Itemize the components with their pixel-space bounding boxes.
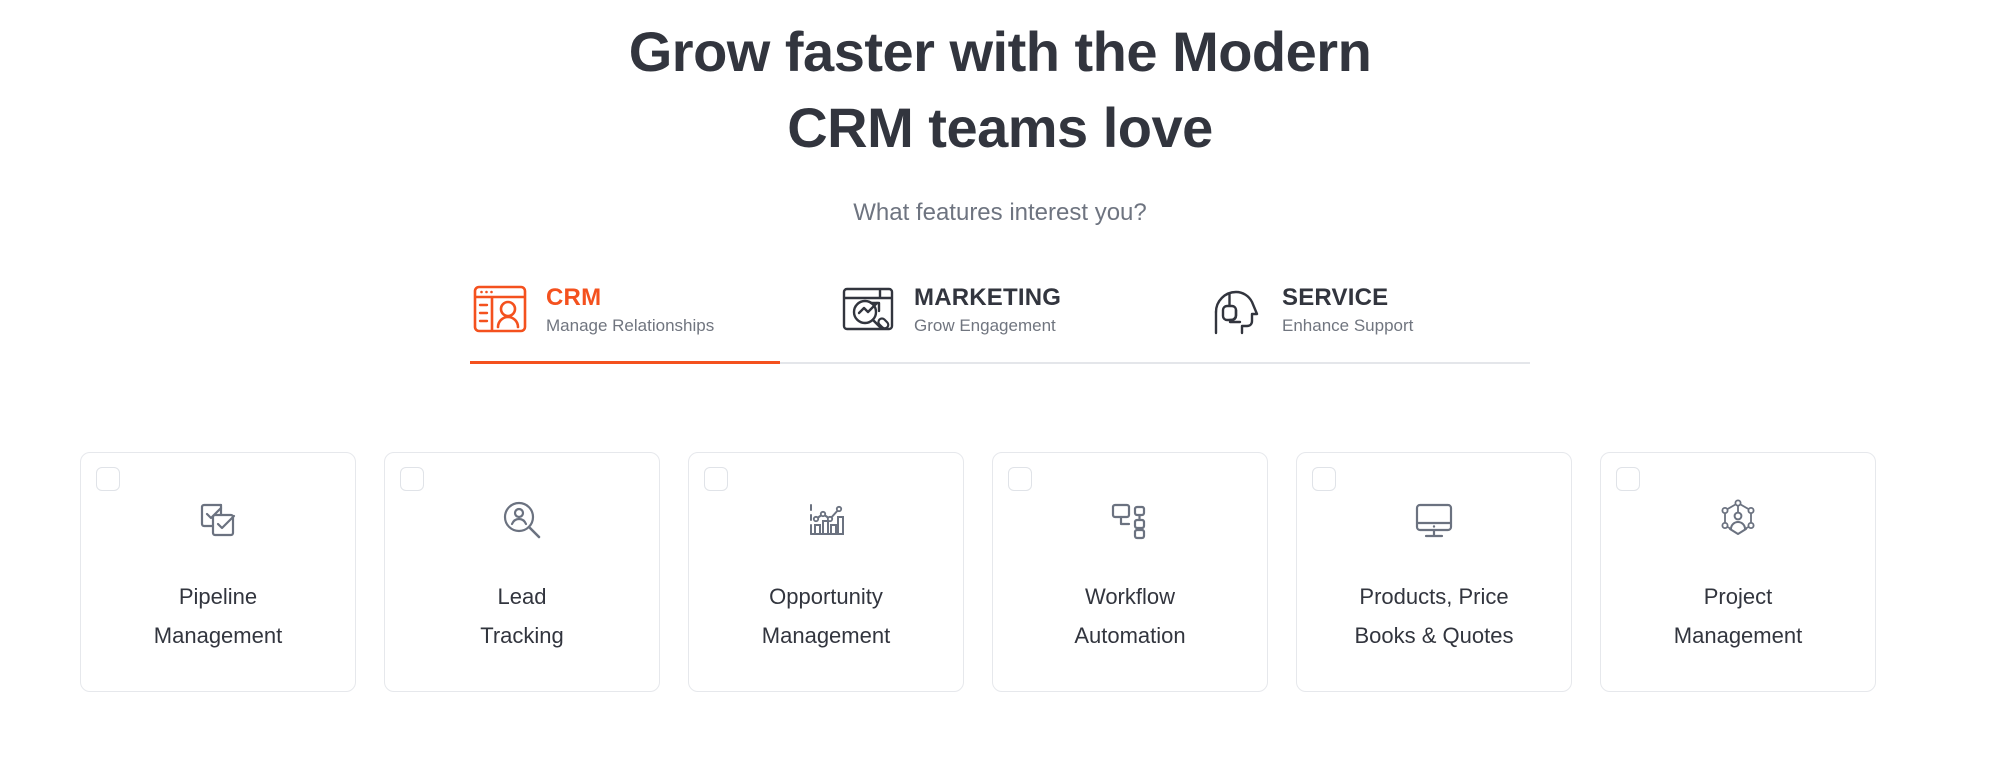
marketing-trend-magnifier-icon [842, 287, 894, 331]
service-headset-head-icon [1214, 290, 1259, 335]
feature-card-lead-tracking[interactable]: Lead Tracking [384, 452, 660, 692]
feature-label-project-management: Project Management [1673, 584, 1803, 648]
tab-service-label: SERVICE [1282, 283, 1389, 311]
tab-service-text: SERVICE Enhance Support [1282, 284, 1413, 337]
tab-marketing-text: MARKETING Grow Engagement [914, 284, 1061, 337]
crm-window-person-icon [473, 285, 527, 333]
tab-marketing-description: Grow Engagement [914, 315, 1056, 335]
feature-label-pipeline-management: Pipeline Management [153, 584, 283, 648]
feature-label-products-price-books-quotes: Products, Price Books & Quotes [1354, 584, 1514, 648]
active-tab-underline [470, 361, 780, 364]
desktop-monitor-icon [1415, 503, 1453, 538]
feature-card-workflow-automation[interactable]: Workflow Automation [992, 452, 1268, 692]
tab-crm-text: CRM Manage Relationships [546, 284, 714, 337]
page-title: Grow faster with the Modern CRM teams lo… [0, 14, 2000, 166]
tab-crm-label: CRM [546, 283, 602, 311]
feature-checkbox-workflow-automation[interactable] [1008, 467, 1032, 491]
feature-card-project-management[interactable]: Project Management [1600, 452, 1876, 692]
feature-label-opportunity-management: Opportunity Management [761, 584, 891, 648]
feature-checkbox-opportunity-management[interactable] [704, 467, 728, 491]
page-title-line-2: CRM teams love [787, 96, 1213, 159]
tab-crm-description: Manage Relationships [546, 315, 715, 335]
feature-label-workflow-automation: Workflow Automation [1074, 584, 1186, 648]
page-subtitle: What features interest you? [853, 199, 1147, 226]
checked-boxes-icon [200, 503, 236, 537]
node-tree-icon [1111, 503, 1146, 540]
tab-marketing-label: MARKETING [914, 283, 1062, 311]
bar-line-chart-icon [810, 504, 844, 535]
tab-crm[interactable]: CRM Manage Relationships [470, 276, 840, 364]
feature-card-opportunity-management[interactable]: Opportunity Management [688, 452, 964, 692]
feature-label-lead-tracking: Lead Tracking [480, 584, 564, 648]
feature-cards-grid: Pipeline Management Lead Tracking Opport… [80, 452, 1876, 692]
page-title-line-1: Grow faster with the Modern [628, 20, 1372, 83]
tab-service[interactable]: SERVICE Enhance Support [1208, 276, 1528, 364]
category-tabs-list: CRM Manage Relationships MARKETING Grow … [470, 276, 1530, 364]
feature-selector-page: Grow faster with the Modern CRM teams lo… [0, 0, 2000, 758]
feature-checkbox-lead-tracking[interactable] [400, 467, 424, 491]
tab-service-description: Enhance Support [1282, 315, 1414, 335]
feature-checkbox-products-price-books-quotes[interactable] [1312, 467, 1336, 491]
hero-section: Grow faster with the Modern CRM teams lo… [0, 0, 2000, 228]
feature-card-products-price-books-quotes[interactable]: Products, Price Books & Quotes [1296, 452, 1572, 692]
tab-marketing[interactable]: MARKETING Grow Engagement [840, 276, 1208, 364]
person-magnifier-icon [503, 501, 541, 539]
feature-checkbox-project-management[interactable] [1616, 467, 1640, 491]
team-network-icon [1721, 499, 1755, 535]
feature-card-pipeline-management[interactable]: Pipeline Management [80, 452, 356, 692]
category-tabs: CRM Manage Relationships MARKETING Grow … [470, 276, 1530, 364]
feature-checkbox-pipeline-management[interactable] [96, 467, 120, 491]
